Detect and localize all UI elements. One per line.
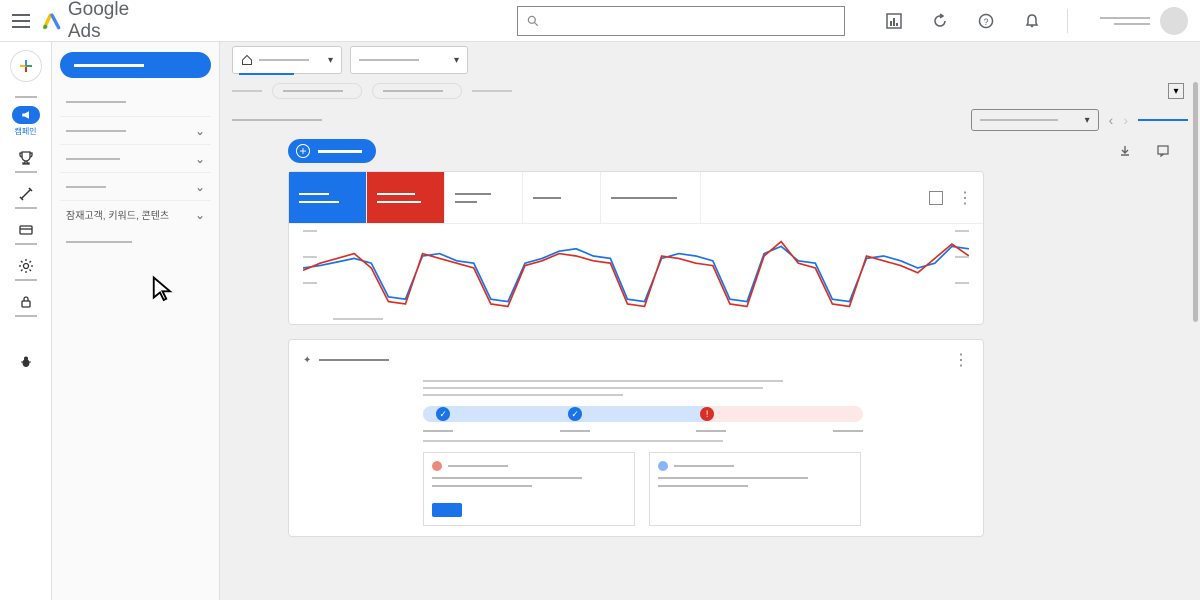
nav-goals[interactable]	[2, 145, 50, 177]
nav-row-expand[interactable]: ⌄	[60, 116, 211, 144]
chip[interactable]	[372, 83, 462, 99]
nav-overview-chip[interactable]	[60, 52, 211, 78]
page-title	[232, 119, 322, 121]
tools-icon	[17, 185, 35, 203]
dropdown-icon: ▾	[1085, 115, 1090, 126]
recommendation-card[interactable]	[649, 452, 861, 526]
sparkle-icon: ✦	[303, 355, 311, 366]
nav-admin[interactable]	[2, 253, 50, 285]
nav-tools[interactable]	[2, 181, 50, 213]
chevron-down-icon: ⌄	[195, 152, 205, 166]
chevron-down-icon: ⌄	[195, 124, 205, 138]
notifications-icon[interactable]	[1023, 12, 1041, 30]
user-avatar[interactable]	[1160, 7, 1188, 35]
account-switcher[interactable]	[1100, 7, 1188, 35]
plus-icon: +	[296, 144, 310, 158]
nav-campaigns[interactable]: 캠페인	[2, 102, 50, 141]
optimization-card: ✦ ⋮ ✓ ✓ !	[288, 339, 984, 537]
home-icon	[241, 54, 253, 66]
campaign-selector[interactable]: ▾	[350, 46, 468, 74]
page-title-row: ▾ ‹ ›	[232, 109, 1188, 131]
helper-text	[423, 440, 723, 442]
account-selector[interactable]: ▾	[232, 46, 342, 74]
bug-icon	[17, 353, 35, 371]
nav-rail: 캠페인	[0, 42, 52, 600]
nav-debug[interactable]	[2, 349, 50, 375]
create-button[interactable]	[10, 50, 42, 82]
progress-bar: ✓ ✓ !	[423, 406, 863, 422]
chevron-down-icon: ⌄	[195, 180, 205, 194]
menu-icon[interactable]	[12, 14, 30, 28]
date-range-picker[interactable]: ▾	[971, 109, 1099, 131]
megaphone-icon	[12, 106, 40, 124]
refresh-icon[interactable]	[931, 12, 949, 30]
metric-tab-4[interactable]	[523, 172, 601, 223]
scope-filters: ▾ ▾	[232, 46, 1188, 75]
view-toggle-link[interactable]	[1138, 119, 1188, 121]
header-actions: ?	[885, 12, 1041, 30]
chevron-down-icon: ⌄	[195, 208, 205, 222]
progress-labels	[423, 430, 863, 432]
filter-chips: ▾	[232, 83, 1188, 99]
trophy-icon	[17, 149, 35, 167]
card-title	[319, 359, 389, 361]
secondary-nav: ⌄ ⌄ ⌄ 잠재고객, 키워드, 콘텐츠⌄	[52, 42, 220, 600]
search-input[interactable]	[517, 6, 845, 36]
gear-icon	[17, 257, 35, 275]
line-chart	[303, 232, 969, 316]
lock-icon	[17, 293, 35, 311]
app-header: Google Ads ?	[0, 0, 1200, 42]
nav-billing[interactable]	[2, 217, 50, 249]
date-next-button[interactable]: ›	[1123, 112, 1128, 128]
new-button[interactable]: +	[288, 139, 376, 163]
search-icon	[526, 14, 540, 28]
product-name: Google Ads	[68, 0, 165, 43]
expand-chart-icon[interactable]	[929, 191, 943, 205]
chip[interactable]	[272, 83, 362, 99]
card-description	[423, 380, 969, 396]
more-icon[interactable]: ⋮	[953, 350, 969, 370]
save-view-icon[interactable]: ▾	[1168, 83, 1184, 99]
metric-tabs: ⋮	[289, 172, 983, 224]
chip[interactable]	[472, 90, 512, 92]
nav-row-expand[interactable]: ⌄	[60, 172, 211, 200]
more-icon[interactable]: ⋮	[957, 188, 973, 208]
card-icon	[17, 221, 35, 239]
metrics-chart-card: ⋮	[288, 171, 984, 325]
help-icon[interactable]: ?	[977, 12, 995, 30]
metric-tab-1[interactable]	[289, 172, 367, 223]
ads-logo-icon	[42, 11, 62, 31]
apply-button[interactable]	[432, 503, 462, 517]
product-logo[interactable]: Google Ads	[42, 0, 165, 43]
nav-row-expand[interactable]: ⌄	[60, 144, 211, 172]
nav-row[interactable]	[60, 88, 211, 116]
nav-row[interactable]	[60, 228, 211, 256]
svg-text:?: ?	[984, 17, 989, 27]
feedback-icon[interactable]	[1156, 144, 1170, 158]
chip[interactable]	[232, 90, 262, 92]
dropdown-icon: ▾	[454, 55, 459, 66]
reports-icon[interactable]	[885, 12, 903, 30]
scrollbar[interactable]	[1193, 82, 1198, 322]
dropdown-icon: ▾	[328, 55, 333, 66]
chart-area	[289, 224, 983, 324]
step-error-icon: !	[700, 407, 714, 421]
download-icon[interactable]	[1118, 144, 1132, 158]
nav-audiences[interactable]: 잠재고객, 키워드, 콘텐츠⌄	[60, 200, 211, 228]
metric-tab-2[interactable]	[367, 172, 445, 223]
metric-tab-3[interactable]	[445, 172, 523, 223]
metric-tab-5[interactable]	[601, 172, 701, 223]
main-content: ▾ ▾ ▾ ▾ ‹ › +	[220, 42, 1200, 600]
recommendation-card[interactable]	[423, 452, 635, 526]
recommendation-cards	[423, 452, 969, 526]
toolbar: +	[288, 139, 1188, 163]
date-prev-button[interactable]: ‹	[1109, 112, 1114, 128]
nav-security[interactable]	[2, 289, 50, 321]
